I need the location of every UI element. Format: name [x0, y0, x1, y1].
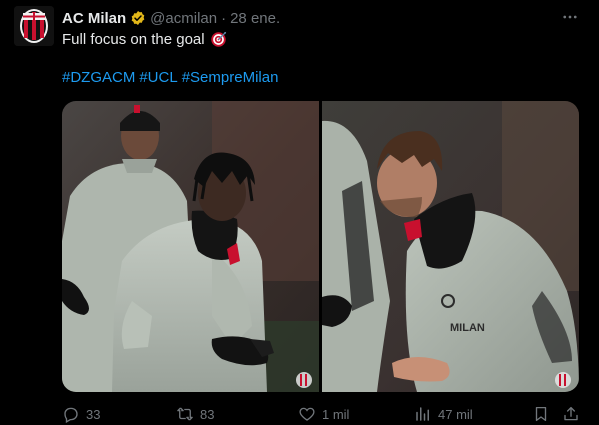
hashtags: #DZGACM #UCL #SempreMilan — [62, 69, 278, 86]
retweet-button[interactable]: 83 — [176, 405, 214, 423]
media-gallery: MILAN — [62, 101, 579, 392]
reply-button[interactable]: 33 — [62, 405, 100, 423]
ac-milan-crest-icon — [14, 6, 54, 46]
bookmark-icon — [535, 406, 547, 422]
tweet-text: Full focus on the goal — [62, 31, 227, 48]
hashtag-link[interactable]: #SempreMilan — [182, 69, 279, 86]
separator-dot: · — [221, 9, 227, 27]
share-icon — [564, 406, 578, 421]
display-name[interactable]: AC Milan — [62, 10, 126, 27]
retweet-count: 83 — [200, 406, 215, 422]
tweet-actions: 33 83 1 mil 47 mil — [62, 404, 580, 424]
tweet-date[interactable]: 28 ene. — [230, 10, 280, 27]
media-photo-2[interactable]: MILAN — [322, 101, 579, 392]
views-count: 47 mil — [438, 406, 473, 422]
verified-badge-icon — [130, 10, 146, 26]
hashtag-link[interactable]: #DZGACM — [62, 69, 135, 86]
direct-hit-target-icon — [210, 31, 227, 48]
like-count: 1 mil — [322, 406, 350, 422]
tweet-text-content: Full focus on the goal — [62, 31, 205, 48]
tweet-header: AC Milan @acmilan · 28 ene. — [62, 8, 280, 28]
more-options-button[interactable] — [559, 8, 581, 26]
handle[interactable]: @acmilan — [150, 10, 217, 27]
views-chart-icon — [416, 407, 429, 421]
media-photo-1[interactable] — [62, 101, 319, 392]
share-button[interactable] — [562, 405, 586, 423]
more-horizontal-icon — [563, 15, 577, 19]
shirt-text: MILAN — [450, 322, 485, 334]
tweet: AC Milan @acmilan · 28 ene. Full focus o… — [0, 0, 599, 425]
hashtag-link[interactable]: #UCL — [139, 69, 177, 86]
retweet-icon — [177, 407, 193, 421]
reply-count: 33 — [86, 406, 101, 422]
views-button[interactable]: 47 mil — [414, 405, 473, 423]
training-photo-image: MILAN — [322, 101, 579, 392]
bookmark-button[interactable] — [532, 405, 556, 423]
reply-icon — [64, 407, 78, 423]
training-photo-image — [62, 101, 319, 392]
like-button[interactable]: 1 mil — [298, 405, 349, 423]
heart-icon — [299, 407, 315, 421]
avatar[interactable] — [14, 6, 54, 46]
